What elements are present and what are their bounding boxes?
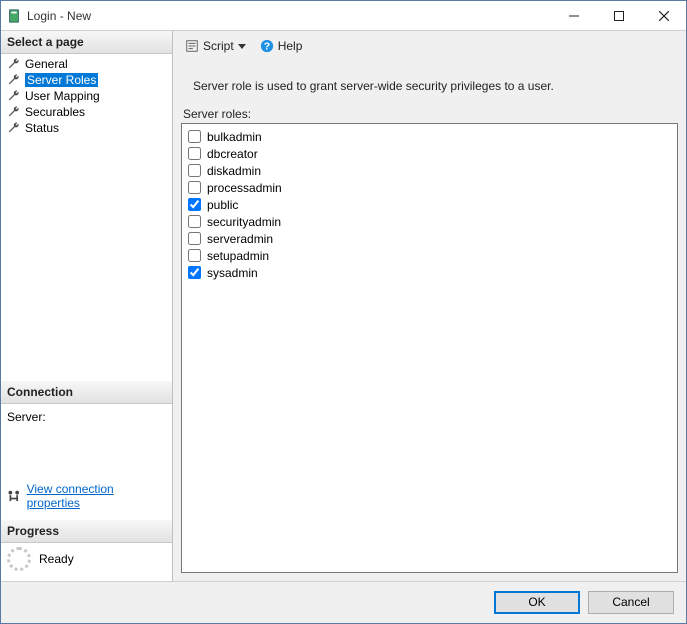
maximize-button[interactable] <box>596 1 641 30</box>
nav-item-user-mapping[interactable]: User Mapping <box>1 88 172 104</box>
chevron-down-icon <box>238 42 246 50</box>
dialog-login-new: Login - New Select a page General Server … <box>0 0 687 624</box>
nav-item-server-roles[interactable]: Server Roles <box>1 72 172 88</box>
wrench-icon <box>7 105 21 119</box>
role-checkbox-serveradmin[interactable] <box>188 232 201 245</box>
server-roles-label: Server roles: <box>181 107 678 123</box>
left-spacer <box>1 138 172 381</box>
role-row-dbcreator: dbcreator <box>188 145 671 162</box>
role-label: bulkadmin <box>207 130 262 144</box>
connection-body: Server: View connection properties <box>1 404 172 520</box>
cancel-button[interactable]: Cancel <box>588 591 674 614</box>
role-row-public: public <box>188 196 671 213</box>
server-roles-list: bulkadmin dbcreator diskadmin processadmin p… <box>181 123 678 573</box>
role-row-securityadmin: securityadmin <box>188 213 671 230</box>
role-label: serveradmin <box>207 232 273 246</box>
app-icon <box>7 9 21 23</box>
nav-item-label: Server Roles <box>25 73 98 87</box>
role-label: setupadmin <box>207 249 269 263</box>
content-area: Select a page General Server Roles User Ma… <box>1 31 686 581</box>
server-label: Server: <box>7 410 166 424</box>
description-text: Server role is used to grant server-wide… <box>181 61 678 107</box>
role-label: dbcreator <box>207 147 258 161</box>
toolbar: Script ? Help <box>181 31 678 61</box>
role-row-processadmin: processadmin <box>188 179 671 196</box>
page-nav-list: General Server Roles User Mapping Securable… <box>1 54 172 138</box>
role-checkbox-processadmin[interactable] <box>188 181 201 194</box>
script-icon <box>185 39 199 53</box>
close-button[interactable] <box>641 1 686 30</box>
script-button[interactable]: Script <box>181 37 250 55</box>
svg-text:?: ? <box>263 40 269 52</box>
role-row-setupadmin: setupadmin <box>188 247 671 264</box>
nav-item-securables[interactable]: Securables <box>1 104 172 120</box>
connection-header: Connection <box>1 381 172 404</box>
role-row-serveradmin: serveradmin <box>188 230 671 247</box>
left-panel: Select a page General Server Roles User Ma… <box>1 31 173 581</box>
role-checkbox-bulkadmin[interactable] <box>188 130 201 143</box>
wrench-icon <box>7 57 21 71</box>
progress-header: Progress <box>1 520 172 543</box>
nav-item-label: User Mapping <box>25 89 100 103</box>
role-label: processadmin <box>207 181 282 195</box>
progress-body: Ready <box>1 543 172 581</box>
role-label: sysadmin <box>207 266 258 280</box>
nav-item-general[interactable]: General <box>1 56 172 72</box>
view-connection-link[interactable]: View connection properties <box>27 482 166 510</box>
select-page-header: Select a page <box>1 31 172 54</box>
nav-item-status[interactable]: Status <box>1 120 172 136</box>
nav-item-label: Status <box>25 121 59 135</box>
role-checkbox-diskadmin[interactable] <box>188 164 201 177</box>
help-button[interactable]: ? Help <box>256 37 307 55</box>
role-checkbox-securityadmin[interactable] <box>188 215 201 228</box>
window-controls <box>551 1 686 30</box>
role-checkbox-setupadmin[interactable] <box>188 249 201 262</box>
connection-icon <box>7 489 21 503</box>
right-panel: Script ? Help Server role is used to gra… <box>173 31 686 581</box>
nav-item-label: Securables <box>25 105 85 119</box>
role-checkbox-sysadmin[interactable] <box>188 266 201 279</box>
wrench-icon <box>7 121 21 135</box>
role-row-diskadmin: diskadmin <box>188 162 671 179</box>
connection-link-row: View connection properties <box>7 482 166 510</box>
wrench-icon <box>7 73 21 87</box>
ok-button[interactable]: OK <box>494 591 580 614</box>
role-label: diskadmin <box>207 164 261 178</box>
wrench-icon <box>7 89 21 103</box>
role-checkbox-dbcreator[interactable] <box>188 147 201 160</box>
progress-spinner-icon <box>7 547 31 571</box>
window-title: Login - New <box>27 9 91 23</box>
role-row-bulkadmin: bulkadmin <box>188 128 671 145</box>
progress-status: Ready <box>39 552 74 566</box>
role-checkbox-public[interactable] <box>188 198 201 211</box>
nav-item-label: General <box>25 57 68 71</box>
dialog-footer: OK Cancel <box>1 581 686 623</box>
help-label: Help <box>278 39 303 53</box>
role-label: securityadmin <box>207 215 281 229</box>
minimize-button[interactable] <box>551 1 596 30</box>
script-label: Script <box>203 39 234 53</box>
role-row-sysadmin: sysadmin <box>188 264 671 281</box>
help-icon: ? <box>260 39 274 53</box>
titlebar: Login - New <box>1 1 686 31</box>
role-label: public <box>207 198 238 212</box>
